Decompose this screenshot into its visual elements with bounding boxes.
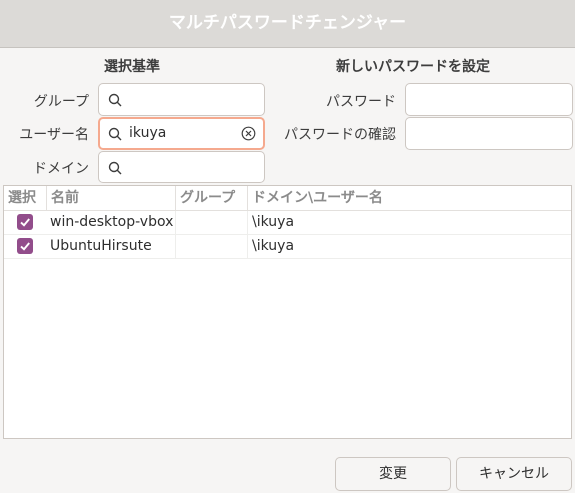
column-header-select[interactable]: 選択 [4, 186, 46, 210]
row-name: UbuntuHirsute [50, 238, 152, 254]
clear-icon[interactable] [241, 126, 256, 141]
column-header-name[interactable]: 名前 [46, 186, 175, 210]
password-field[interactable] [405, 83, 573, 116]
search-icon [108, 161, 122, 175]
search-icon [108, 93, 122, 107]
password-label: パスワード [326, 94, 396, 110]
new-password-heading: 新しいパスワードを設定 [336, 59, 490, 75]
username-search-value: ikuya [129, 125, 167, 141]
row-account: \ikuya [247, 235, 571, 258]
row-account: \ikuya [247, 211, 571, 234]
title-bar: マルチパスワードチェンジャー [0, 0, 575, 48]
domain-label: ドメイン [33, 161, 89, 177]
window-title: マルチパスワードチェンジャー [168, 13, 407, 33]
password-confirm-field[interactable] [405, 117, 573, 150]
password-confirm-label: パスワードの確認 [284, 127, 396, 143]
row-group [175, 211, 247, 234]
column-header-group[interactable]: グループ [175, 186, 247, 210]
group-search-field[interactable] [98, 83, 265, 116]
username-label: ユーザー名 [19, 127, 89, 143]
group-label: グループ [33, 94, 89, 110]
selection-heading: 選択基準 [104, 59, 160, 75]
account-table: 選択 名前 グループ ドメイン\ユーザー名 win-desktop-vbox \… [3, 185, 572, 439]
row-group [175, 235, 247, 258]
username-search-field[interactable]: ikuya [98, 117, 265, 150]
table-row[interactable]: win-desktop-vbox \ikuya [4, 211, 571, 235]
change-button[interactable]: 変更 [335, 457, 451, 491]
checkmark-icon [20, 242, 30, 251]
search-icon [108, 127, 122, 141]
table-row[interactable]: UbuntuHirsute \ikuya [4, 235, 571, 259]
row-checkbox[interactable] [17, 238, 33, 254]
domain-search-field[interactable] [98, 151, 265, 183]
checkmark-icon [20, 218, 30, 227]
cancel-button[interactable]: キャンセル [456, 457, 572, 491]
row-name: win-desktop-vbox [50, 214, 174, 230]
table-header: 選択 名前 グループ ドメイン\ユーザー名 [4, 186, 571, 211]
column-header-account[interactable]: ドメイン\ユーザー名 [247, 186, 571, 210]
row-checkbox[interactable] [17, 214, 33, 230]
